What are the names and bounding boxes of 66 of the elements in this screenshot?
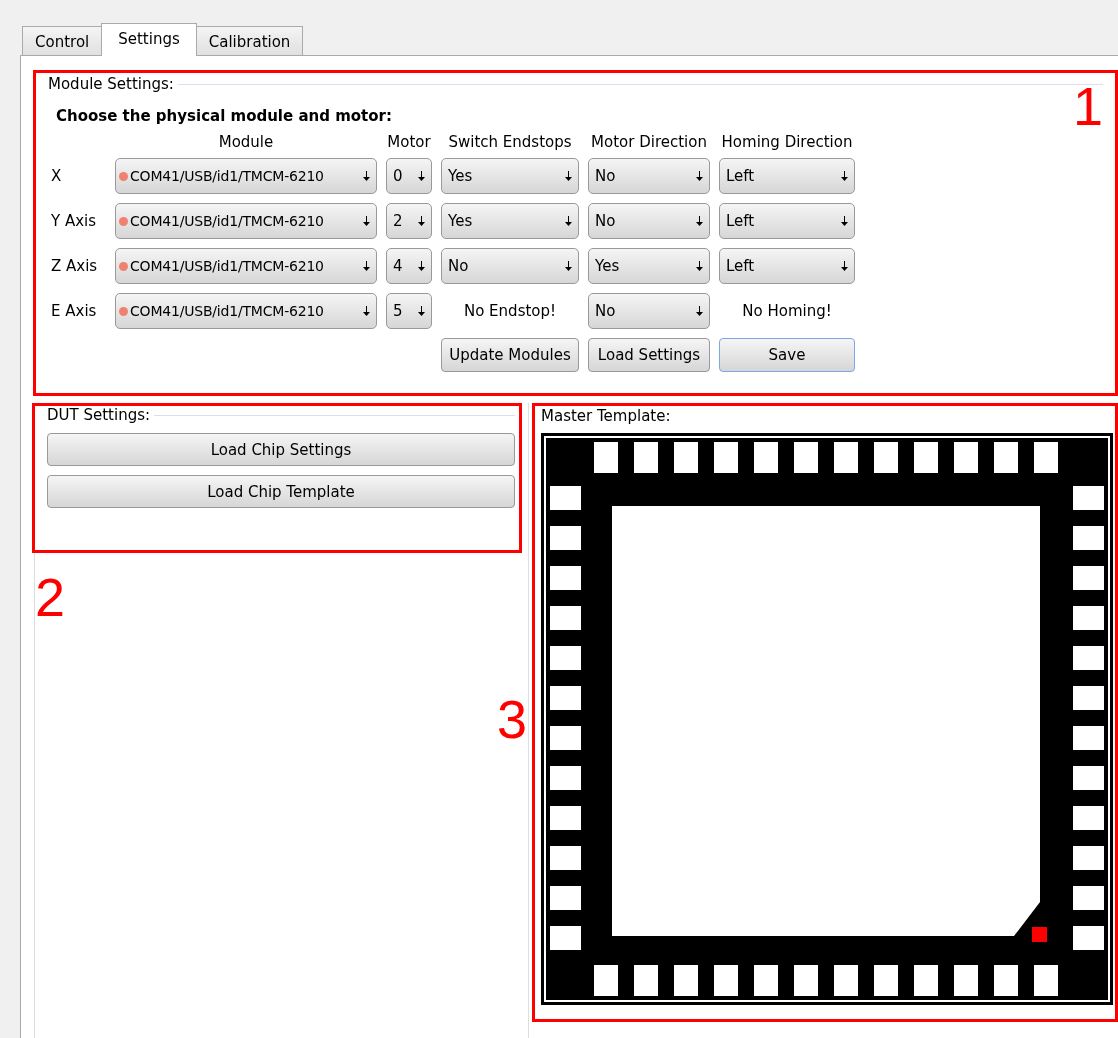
column-header: Switch Endstops (447, 133, 573, 151)
dropdown[interactable]: COM41/USB/id1/TMCM-6210 (115, 293, 377, 329)
down-arrow-icon (696, 216, 703, 226)
down-arrow-icon (696, 306, 703, 316)
down-arrow-icon (363, 261, 370, 271)
dropdown[interactable]: Left (719, 158, 855, 194)
column-header: Module (217, 133, 275, 151)
down-arrow-icon (418, 261, 425, 271)
down-arrow-icon (565, 216, 572, 226)
section-heading: Choose the physical module and motor: (56, 107, 393, 125)
status-dot-icon (119, 306, 128, 316)
down-arrow-icon (841, 216, 848, 226)
dropdown[interactable]: No (441, 248, 579, 284)
button[interactable]: Update Modules (441, 338, 579, 372)
button[interactable]: Load Settings (588, 338, 710, 372)
axis-label: X (50, 167, 63, 185)
down-arrow-icon (841, 261, 848, 271)
tab[interactable]: Control (22, 26, 103, 55)
dropdown[interactable]: No (588, 293, 710, 329)
column-header: Motor Direction (590, 133, 708, 151)
dropdown[interactable]: Left (719, 248, 855, 284)
button[interactable]: Load Chip Template (47, 475, 515, 508)
axis-label: Z Axis (50, 257, 99, 275)
down-arrow-icon (363, 171, 370, 181)
annotation-number: 3 (497, 692, 528, 746)
status-dot-icon (119, 171, 128, 181)
tab[interactable]: Calibration (195, 26, 304, 55)
down-arrow-icon (841, 171, 848, 181)
status-dot-icon (119, 261, 128, 271)
column-header: Homing Direction (720, 133, 854, 151)
down-arrow-icon (418, 306, 425, 316)
status-label: No Homing! (741, 302, 833, 320)
annotation-number: 1 (1072, 79, 1103, 133)
down-arrow-icon (696, 171, 703, 181)
down-arrow-icon (363, 306, 370, 316)
dropdown[interactable]: Yes (441, 203, 579, 239)
axis-label: Y Axis (50, 212, 98, 230)
group-title: DUT Settings: (47, 406, 152, 424)
status-dot-icon (119, 216, 128, 226)
dropdown[interactable]: COM41/USB/id1/TMCM-6210 (115, 248, 377, 284)
status-label: No Endstop! (462, 302, 558, 320)
column-header: Motor (386, 133, 432, 151)
down-arrow-icon (565, 261, 572, 271)
dropdown[interactable]: No (588, 203, 710, 239)
dropdown[interactable]: Yes (588, 248, 710, 284)
dropdown[interactable]: Left (719, 203, 855, 239)
down-arrow-icon (363, 216, 370, 226)
annotation-number: 2 (35, 570, 66, 624)
axis-label: E Axis (50, 302, 98, 320)
dropdown[interactable]: COM41/USB/id1/TMCM-6210 (115, 158, 377, 194)
dropdown[interactable]: 5 (386, 293, 432, 329)
dropdown[interactable]: 2 (386, 203, 432, 239)
dropdown[interactable]: Yes (441, 158, 579, 194)
down-arrow-icon (418, 216, 425, 226)
down-arrow-icon (696, 261, 703, 271)
dropdown[interactable]: 4 (386, 248, 432, 284)
button[interactable]: Save (719, 338, 855, 372)
down-arrow-icon (565, 171, 572, 181)
group-title: Module Settings: (48, 75, 175, 93)
dropdown[interactable]: 0 (386, 158, 432, 194)
group-title: Master Template: (541, 407, 672, 425)
dropdown[interactable]: No (588, 158, 710, 194)
tab[interactable]: Settings (101, 23, 197, 56)
button[interactable]: Load Chip Settings (47, 433, 515, 466)
dropdown[interactable]: COM41/USB/id1/TMCM-6210 (115, 203, 377, 239)
down-arrow-icon (418, 171, 425, 181)
